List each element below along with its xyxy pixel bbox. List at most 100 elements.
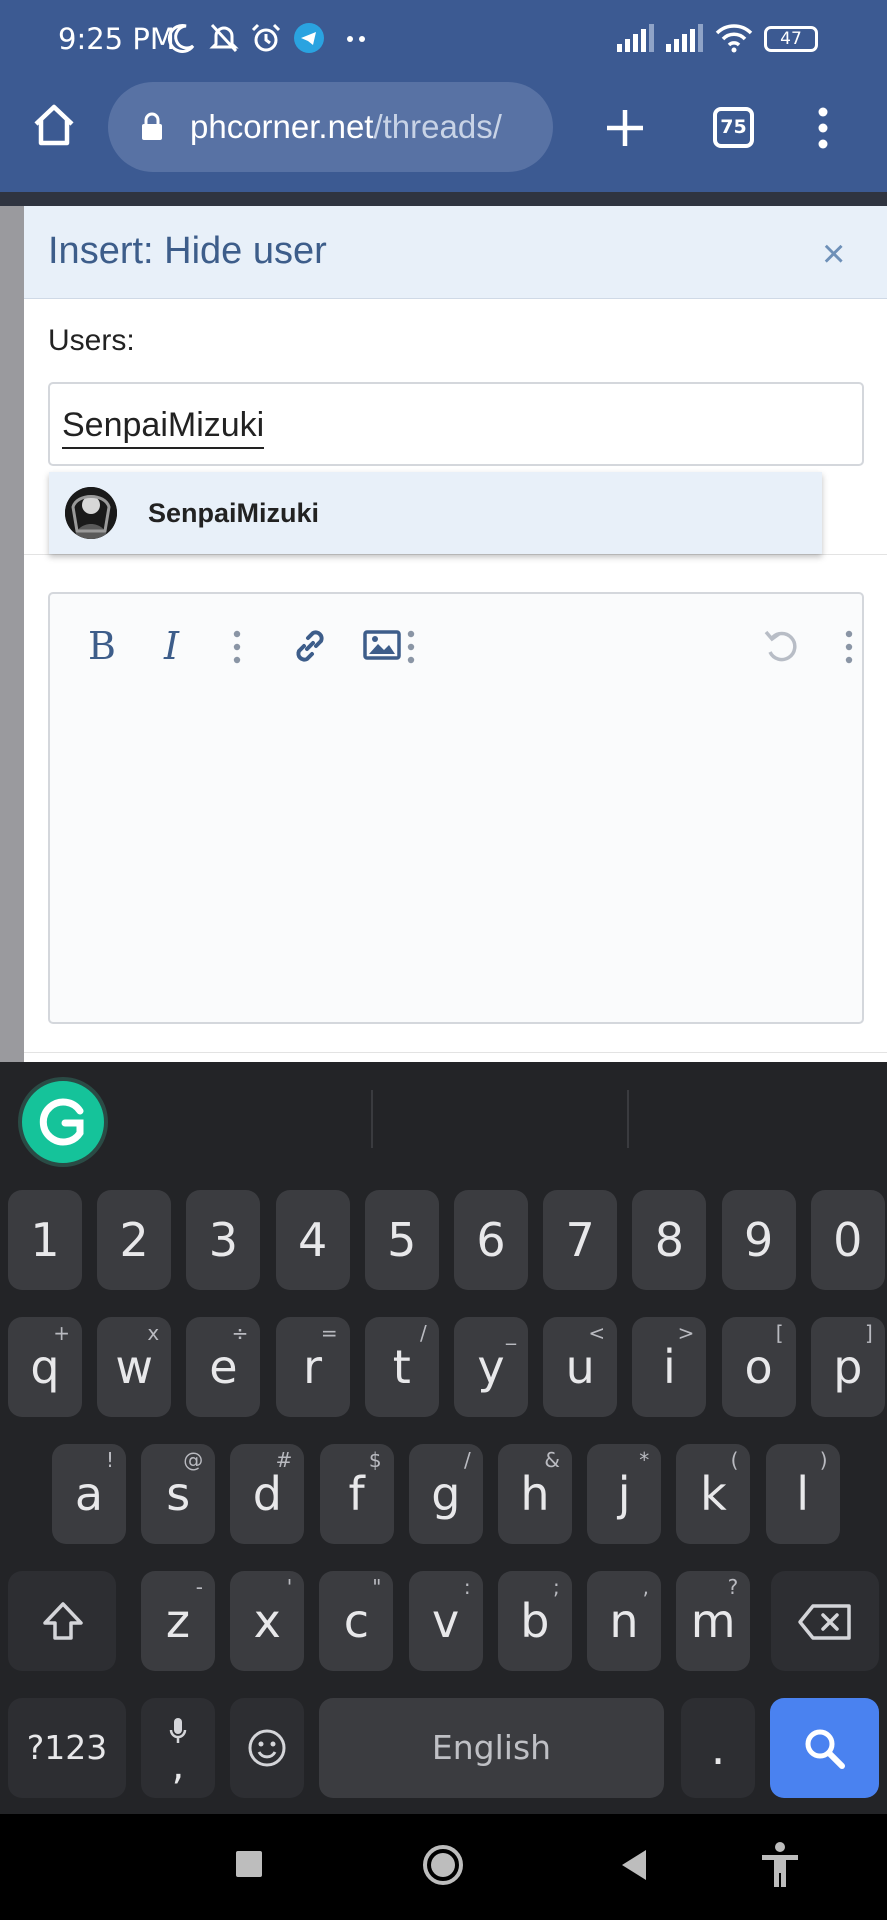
key-4[interactable]: 4: [275, 1190, 350, 1290]
key-g[interactable]: g /: [408, 1444, 483, 1544]
backspace-icon: [798, 1604, 851, 1640]
key-n[interactable]: n,: [587, 1571, 661, 1671]
key-j[interactable]: j *: [587, 1444, 662, 1544]
more-insert-icon[interactable]: [406, 630, 416, 664]
key-hint: ,: [642, 1575, 649, 1599]
key-p[interactable]: p]: [810, 1317, 885, 1417]
key-hint: _: [506, 1321, 516, 1345]
emoji-icon: [248, 1729, 286, 1767]
key-u[interactable]: u <: [543, 1317, 618, 1417]
more-format-icon[interactable]: [232, 630, 242, 664]
key-z[interactable]: z-: [141, 1571, 215, 1671]
key-label: o: [744, 1340, 773, 1394]
key-x[interactable]: x ': [230, 1571, 305, 1671]
battery-icon: 47: [764, 26, 818, 52]
italic-button[interactable]: I: [164, 624, 179, 668]
key-label: 0: [833, 1213, 863, 1267]
key-hint: ?: [727, 1575, 739, 1599]
key-m[interactable]: m?: [676, 1571, 751, 1671]
user-suggestion-item[interactable]: SenpaiMizuki: [49, 472, 822, 554]
key-e[interactable]: e ÷: [186, 1317, 261, 1417]
comma-label: ,: [171, 1743, 185, 1789]
more-notifications-icon: [347, 36, 365, 42]
key-label: 1: [30, 1213, 60, 1267]
comma-mic-key[interactable]: ,: [141, 1698, 215, 1798]
key-a[interactable]: a!: [52, 1444, 126, 1544]
menu-dots-icon[interactable]: [815, 106, 831, 150]
key-f[interactable]: f $: [319, 1444, 394, 1544]
search-key[interactable]: [770, 1698, 879, 1798]
do-not-disturb-icon: [167, 24, 195, 53]
key-h[interactable]: h &: [498, 1444, 572, 1544]
key-t[interactable]: t /: [364, 1317, 439, 1417]
shift-key[interactable]: [8, 1571, 116, 1671]
rich-text-editor[interactable]: B I: [48, 592, 864, 1024]
key-c[interactable]: c ": [319, 1571, 394, 1671]
key-label: m: [690, 1594, 736, 1648]
key-s[interactable]: s @: [141, 1444, 216, 1544]
home-circle-icon[interactable]: [421, 1843, 465, 1887]
plus-icon[interactable]: [603, 106, 647, 150]
key-q[interactable]: q +: [8, 1317, 82, 1417]
key-hint: ": [372, 1575, 382, 1599]
key-hint: &: [544, 1448, 560, 1472]
bold-button[interactable]: B: [88, 624, 116, 668]
accessibility-icon[interactable]: [758, 1841, 802, 1889]
users-input[interactable]: SenpaiMizuki: [48, 382, 864, 466]
alarm-icon: [251, 23, 281, 52]
emoji-key[interactable]: [230, 1698, 304, 1798]
image-icon[interactable]: [362, 628, 402, 662]
more-options-icon[interactable]: [844, 630, 854, 664]
key-3[interactable]: 3: [186, 1190, 261, 1290]
grammarly-icon[interactable]: [18, 1077, 108, 1167]
key-hint: *: [639, 1448, 650, 1472]
key-9[interactable]: 9: [721, 1190, 796, 1290]
key-o[interactable]: o[: [721, 1317, 796, 1417]
key-1[interactable]: 1: [8, 1190, 82, 1290]
key-w[interactable]: wx: [97, 1317, 172, 1417]
home-icon[interactable]: [30, 102, 78, 148]
key-label: t: [392, 1340, 411, 1394]
key-b[interactable]: b;: [497, 1571, 572, 1671]
space-key[interactable]: English: [319, 1698, 664, 1798]
period-key[interactable]: .: [681, 1698, 755, 1798]
key-8[interactable]: 8: [632, 1190, 707, 1290]
browser-toolbar: 9:25 PM 47 phcorner.net/threads/ 75: [0, 0, 887, 192]
key-hint: /: [464, 1448, 471, 1472]
key-i[interactable]: i >: [632, 1317, 707, 1417]
key-v[interactable]: v:: [408, 1571, 483, 1671]
back-icon[interactable]: [620, 1848, 648, 1882]
key-hint: <: [588, 1321, 606, 1345]
symbols-key[interactable]: ?123: [8, 1698, 126, 1798]
key-r[interactable]: r =: [275, 1317, 350, 1417]
key-l[interactable]: l): [765, 1444, 840, 1544]
recents-icon[interactable]: [235, 1850, 263, 1878]
link-icon[interactable]: [290, 626, 330, 666]
key-2[interactable]: 2: [97, 1190, 172, 1290]
key-label: u: [565, 1340, 595, 1394]
battery-level: 47: [780, 29, 802, 49]
key-label: 7: [565, 1213, 595, 1267]
key-6[interactable]: 6: [454, 1190, 528, 1290]
address-bar[interactable]: phcorner.net/threads/: [108, 82, 553, 172]
key-0[interactable]: 0: [810, 1190, 885, 1290]
suggestion-strip: [0, 1062, 887, 1184]
key-hint: x: [147, 1321, 160, 1345]
key-5[interactable]: 5: [364, 1190, 439, 1290]
backspace-key[interactable]: [771, 1571, 879, 1671]
undo-icon[interactable]: [762, 626, 802, 666]
system-navigation-bar: [0, 1814, 887, 1920]
key-7[interactable]: 7: [543, 1190, 618, 1290]
key-d[interactable]: d #: [230, 1444, 305, 1544]
key-k[interactable]: k(: [676, 1444, 751, 1544]
avatar: [65, 487, 117, 539]
on-screen-keyboard: ?123 , English . 1 2 3 4 5 6 7 8 9 0 q + w x e ÷ r = t / y _ u…: [0, 1062, 887, 1814]
key-y[interactable]: y _: [454, 1317, 528, 1417]
close-button[interactable]: ×: [822, 234, 845, 274]
tab-switcher-button[interactable]: 75: [713, 107, 754, 148]
divider: [24, 554, 887, 555]
lock-icon: [142, 112, 162, 140]
dialog-title: Insert: Hide user: [48, 230, 327, 272]
dialog-footer: [24, 1052, 887, 1062]
status-bar: 9:25 PM 47: [0, 0, 887, 78]
